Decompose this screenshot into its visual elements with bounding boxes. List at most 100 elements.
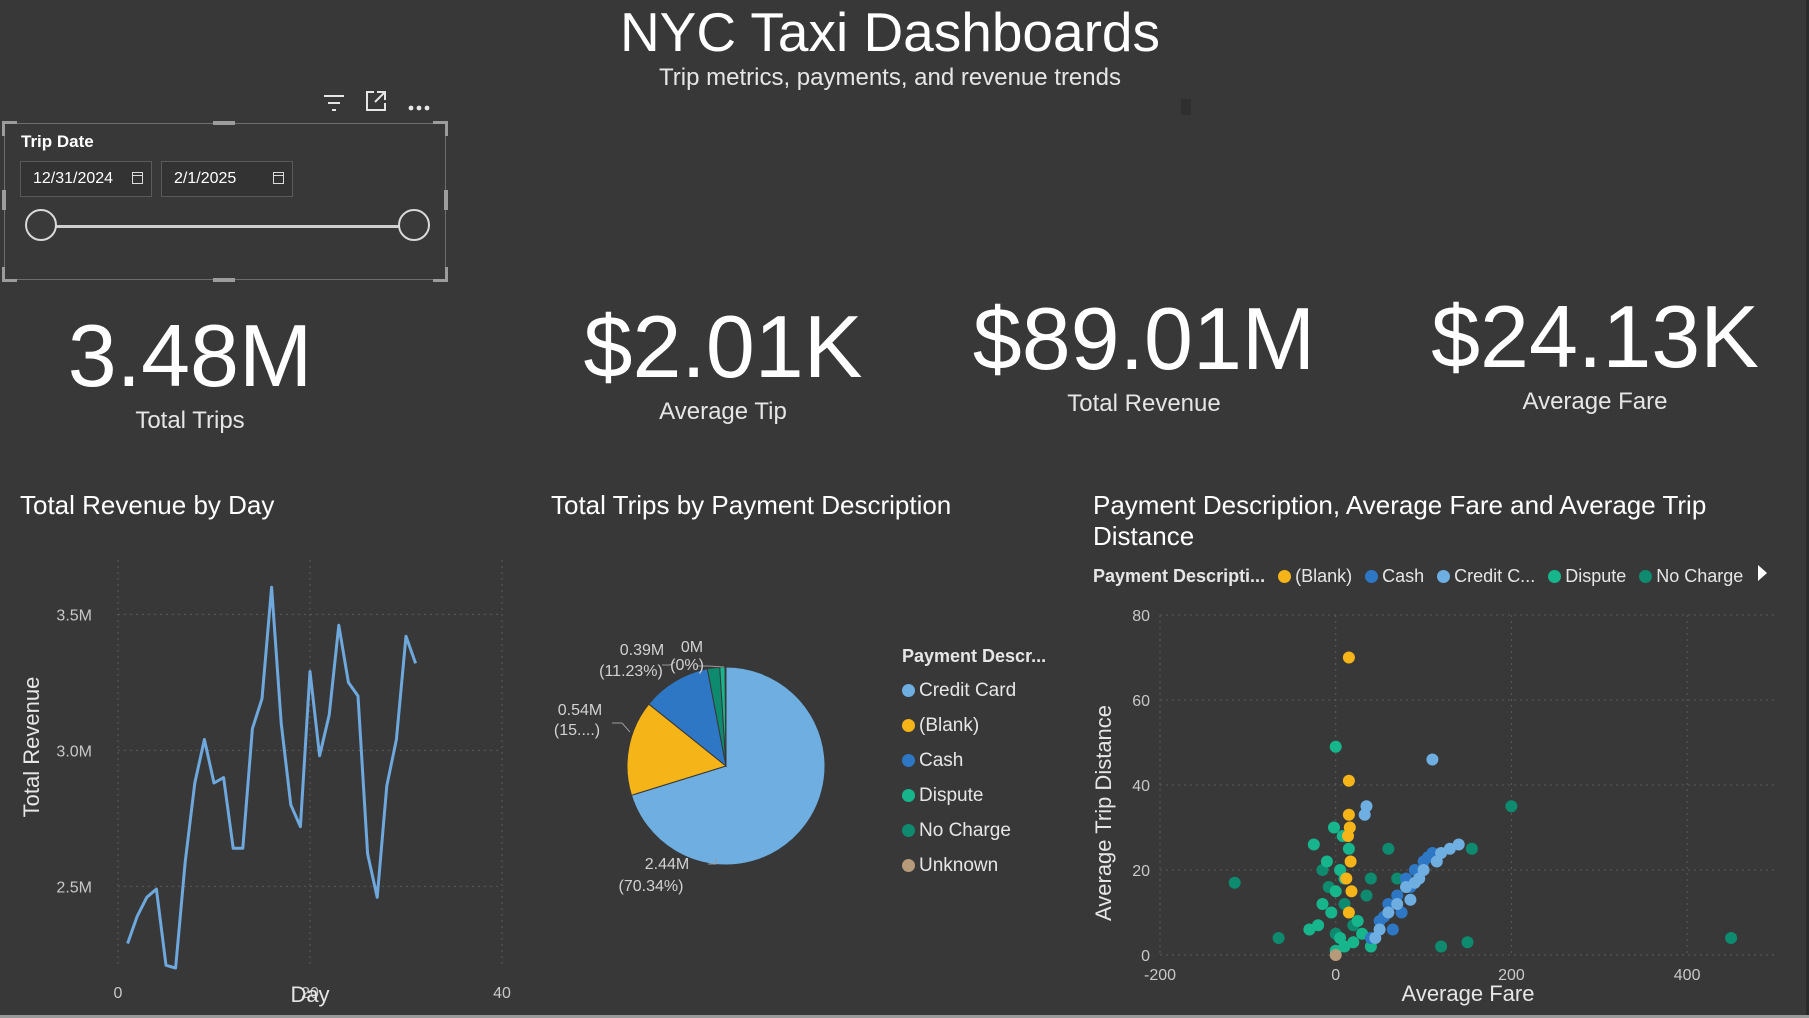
scatter-point-no-charge[interactable] — [1272, 932, 1285, 944]
y-tick-label: 3.0M — [56, 743, 92, 760]
scatter-point-dispute[interactable] — [1303, 923, 1316, 936]
range-start-handle[interactable] — [25, 209, 57, 241]
date-range-track[interactable] — [41, 225, 416, 228]
filter-icon[interactable] — [315, 92, 353, 118]
scatter-point-blank[interactable] — [1342, 830, 1354, 842]
scatter-point-credit-card[interactable] — [1391, 898, 1404, 910]
x-tick-label: 400 — [1674, 967, 1701, 984]
scatter-point-no-charge[interactable] — [1725, 932, 1738, 944]
legend-item-no-charge[interactable]: No Charge — [1639, 566, 1743, 586]
scatter-point-credit-card[interactable] — [1404, 893, 1417, 906]
scatter-point-blank[interactable] — [1340, 872, 1353, 885]
legend-marker — [902, 754, 915, 767]
kpi-value: $24.13K — [1431, 287, 1759, 386]
kpi-label: Total Trips — [135, 407, 245, 434]
legend-label: Cash — [1382, 566, 1425, 586]
x-tick-label: 40 — [493, 985, 511, 1002]
scatter-point-no-charge[interactable] — [1461, 936, 1474, 949]
more-options-icon[interactable] — [400, 92, 438, 118]
scatter-point-no-charge[interactable] — [1465, 842, 1478, 855]
scatter-point-dispute[interactable] — [1320, 855, 1333, 868]
legend-item-blank[interactable]: (Blank) — [1278, 566, 1352, 586]
resize-handle-bottom[interactable] — [213, 278, 235, 282]
kpi-card-average-fare: $24.13K Average Fare — [1395, 286, 1795, 416]
resize-handle-right[interactable] — [444, 190, 448, 210]
legend-item-credit-card[interactable]: Credit Card — [902, 673, 1046, 708]
legend-item-no-charge[interactable]: No Charge — [902, 813, 1046, 848]
scatter-point-credit-card[interactable] — [1358, 808, 1371, 821]
end-date-input[interactable]: 2/1/2025 — [161, 161, 293, 197]
resize-handle-top[interactable] — [213, 121, 235, 125]
scatter-point-no-charge[interactable] — [1505, 800, 1518, 813]
legend-item-unknown[interactable]: Unknown — [902, 848, 1046, 883]
resize-corner-tr[interactable] — [433, 121, 448, 136]
scatter-point-credit-card[interactable] — [1452, 838, 1465, 851]
resize-corner-br[interactable] — [433, 267, 448, 282]
scatter-point-blank[interactable] — [1345, 885, 1358, 898]
scatter-point-blank[interactable] — [1344, 855, 1357, 868]
scatter-point-dispute[interactable] — [1307, 838, 1320, 851]
pie-leader-line — [612, 722, 631, 733]
range-end-handle[interactable] — [398, 209, 430, 241]
y-axis-title: Total Revenue — [19, 677, 44, 818]
trips-by-payment-pie[interactable]: 2.44M (70.34%) 0.54M (15....) 0.39M (11.… — [530, 620, 860, 920]
legend-marker — [1437, 570, 1451, 583]
pie-chart-title: Total Trips by Payment Description — [551, 490, 952, 520]
kpi-value: $2.01K — [583, 297, 863, 396]
page-subtitle: Trip metrics, payments, and revenue tren… — [659, 64, 1121, 91]
scatter-point-credit-card[interactable] — [1369, 932, 1382, 944]
legend-next-icon[interactable] — [1756, 565, 1768, 586]
y-tick-label: 20 — [1132, 863, 1150, 880]
legend-item-credit-card[interactable]: Credit C... — [1437, 566, 1535, 586]
legend-marker — [1365, 570, 1379, 583]
legend-item-dispute[interactable]: Dispute — [902, 778, 1046, 813]
scatter-point-credit-card[interactable] — [1426, 753, 1439, 766]
slicer-title: Trip Date — [21, 132, 94, 151]
calendar-icon[interactable] — [132, 172, 143, 184]
scatter-point-credit-card[interactable] — [1382, 906, 1395, 919]
revenue-by-day-chart[interactable]: 3.5M 2.5M 3.0M 3.5M 0 20 40 Day Total Re… — [0, 520, 520, 1010]
scatter-point-credit-card[interactable] — [1413, 872, 1426, 885]
legend-item-cash[interactable]: Cash — [1365, 566, 1424, 586]
scatter-point-no-charge[interactable] — [1364, 872, 1377, 885]
focus-mode-icon[interactable] — [357, 90, 395, 118]
scatter-point-unknown[interactable] — [1329, 949, 1342, 961]
visual-header-icons — [315, 90, 440, 116]
y-tick-label: 40 — [1132, 778, 1150, 795]
trip-date-slicer[interactable]: Trip Date 12/31/2024 2/1/2025 — [2, 121, 448, 282]
scatter-point-no-charge[interactable] — [1435, 940, 1448, 953]
resize-handle-left[interactable] — [2, 190, 6, 210]
scatter-point-dispute[interactable] — [1351, 915, 1364, 927]
resize-corner-tl[interactable] — [2, 121, 17, 136]
scatter-point-dispute[interactable] — [1329, 885, 1342, 898]
scatter-point-dispute[interactable] — [1328, 821, 1340, 834]
legend-marker — [902, 719, 915, 732]
scatter-point-dispute[interactable] — [1329, 740, 1342, 753]
fare-vs-distance-scatter[interactable]: 0 20 40 60 80 -200 0 200 400 Average Far… — [1085, 595, 1785, 1015]
scatter-point-dispute[interactable] — [1316, 898, 1329, 910]
legend-label: Unknown — [919, 855, 999, 876]
legend-item-dispute[interactable]: Dispute — [1548, 566, 1626, 586]
legend-item-cash[interactable]: Cash — [902, 743, 1046, 778]
kpi-value: 3.48M — [67, 306, 313, 405]
scatter-point-cash[interactable] — [1386, 923, 1399, 936]
x-tick-label: 0 — [1331, 967, 1340, 984]
resize-corner-bl[interactable] — [2, 267, 17, 282]
start-date-input[interactable]: 12/31/2024 — [20, 161, 152, 197]
scatter-point-blank[interactable] — [1342, 906, 1355, 919]
scatter-point-dispute[interactable] — [1325, 906, 1338, 919]
series-line-revenue[interactable] — [126, 585, 418, 970]
calendar-icon[interactable] — [273, 172, 284, 184]
legend-label: Credit C... — [1454, 566, 1536, 586]
scatter-point-no-charge[interactable] — [1360, 889, 1373, 902]
scatter-point-no-charge[interactable] — [1228, 876, 1241, 889]
scatter-point-blank[interactable] — [1342, 774, 1355, 787]
scatter-point-no-charge[interactable] — [1382, 842, 1395, 855]
scatter-point-dispute[interactable] — [1342, 842, 1355, 855]
legend-item-blank[interactable]: (Blank) — [902, 708, 1046, 743]
legend-label: (Blank) — [919, 715, 980, 736]
x-tick-label: 0 — [114, 985, 123, 1002]
scatter-point-blank[interactable] — [1342, 808, 1355, 821]
pie-data-label: (70.34%) — [619, 878, 684, 895]
scatter-point-blank[interactable] — [1342, 651, 1355, 664]
